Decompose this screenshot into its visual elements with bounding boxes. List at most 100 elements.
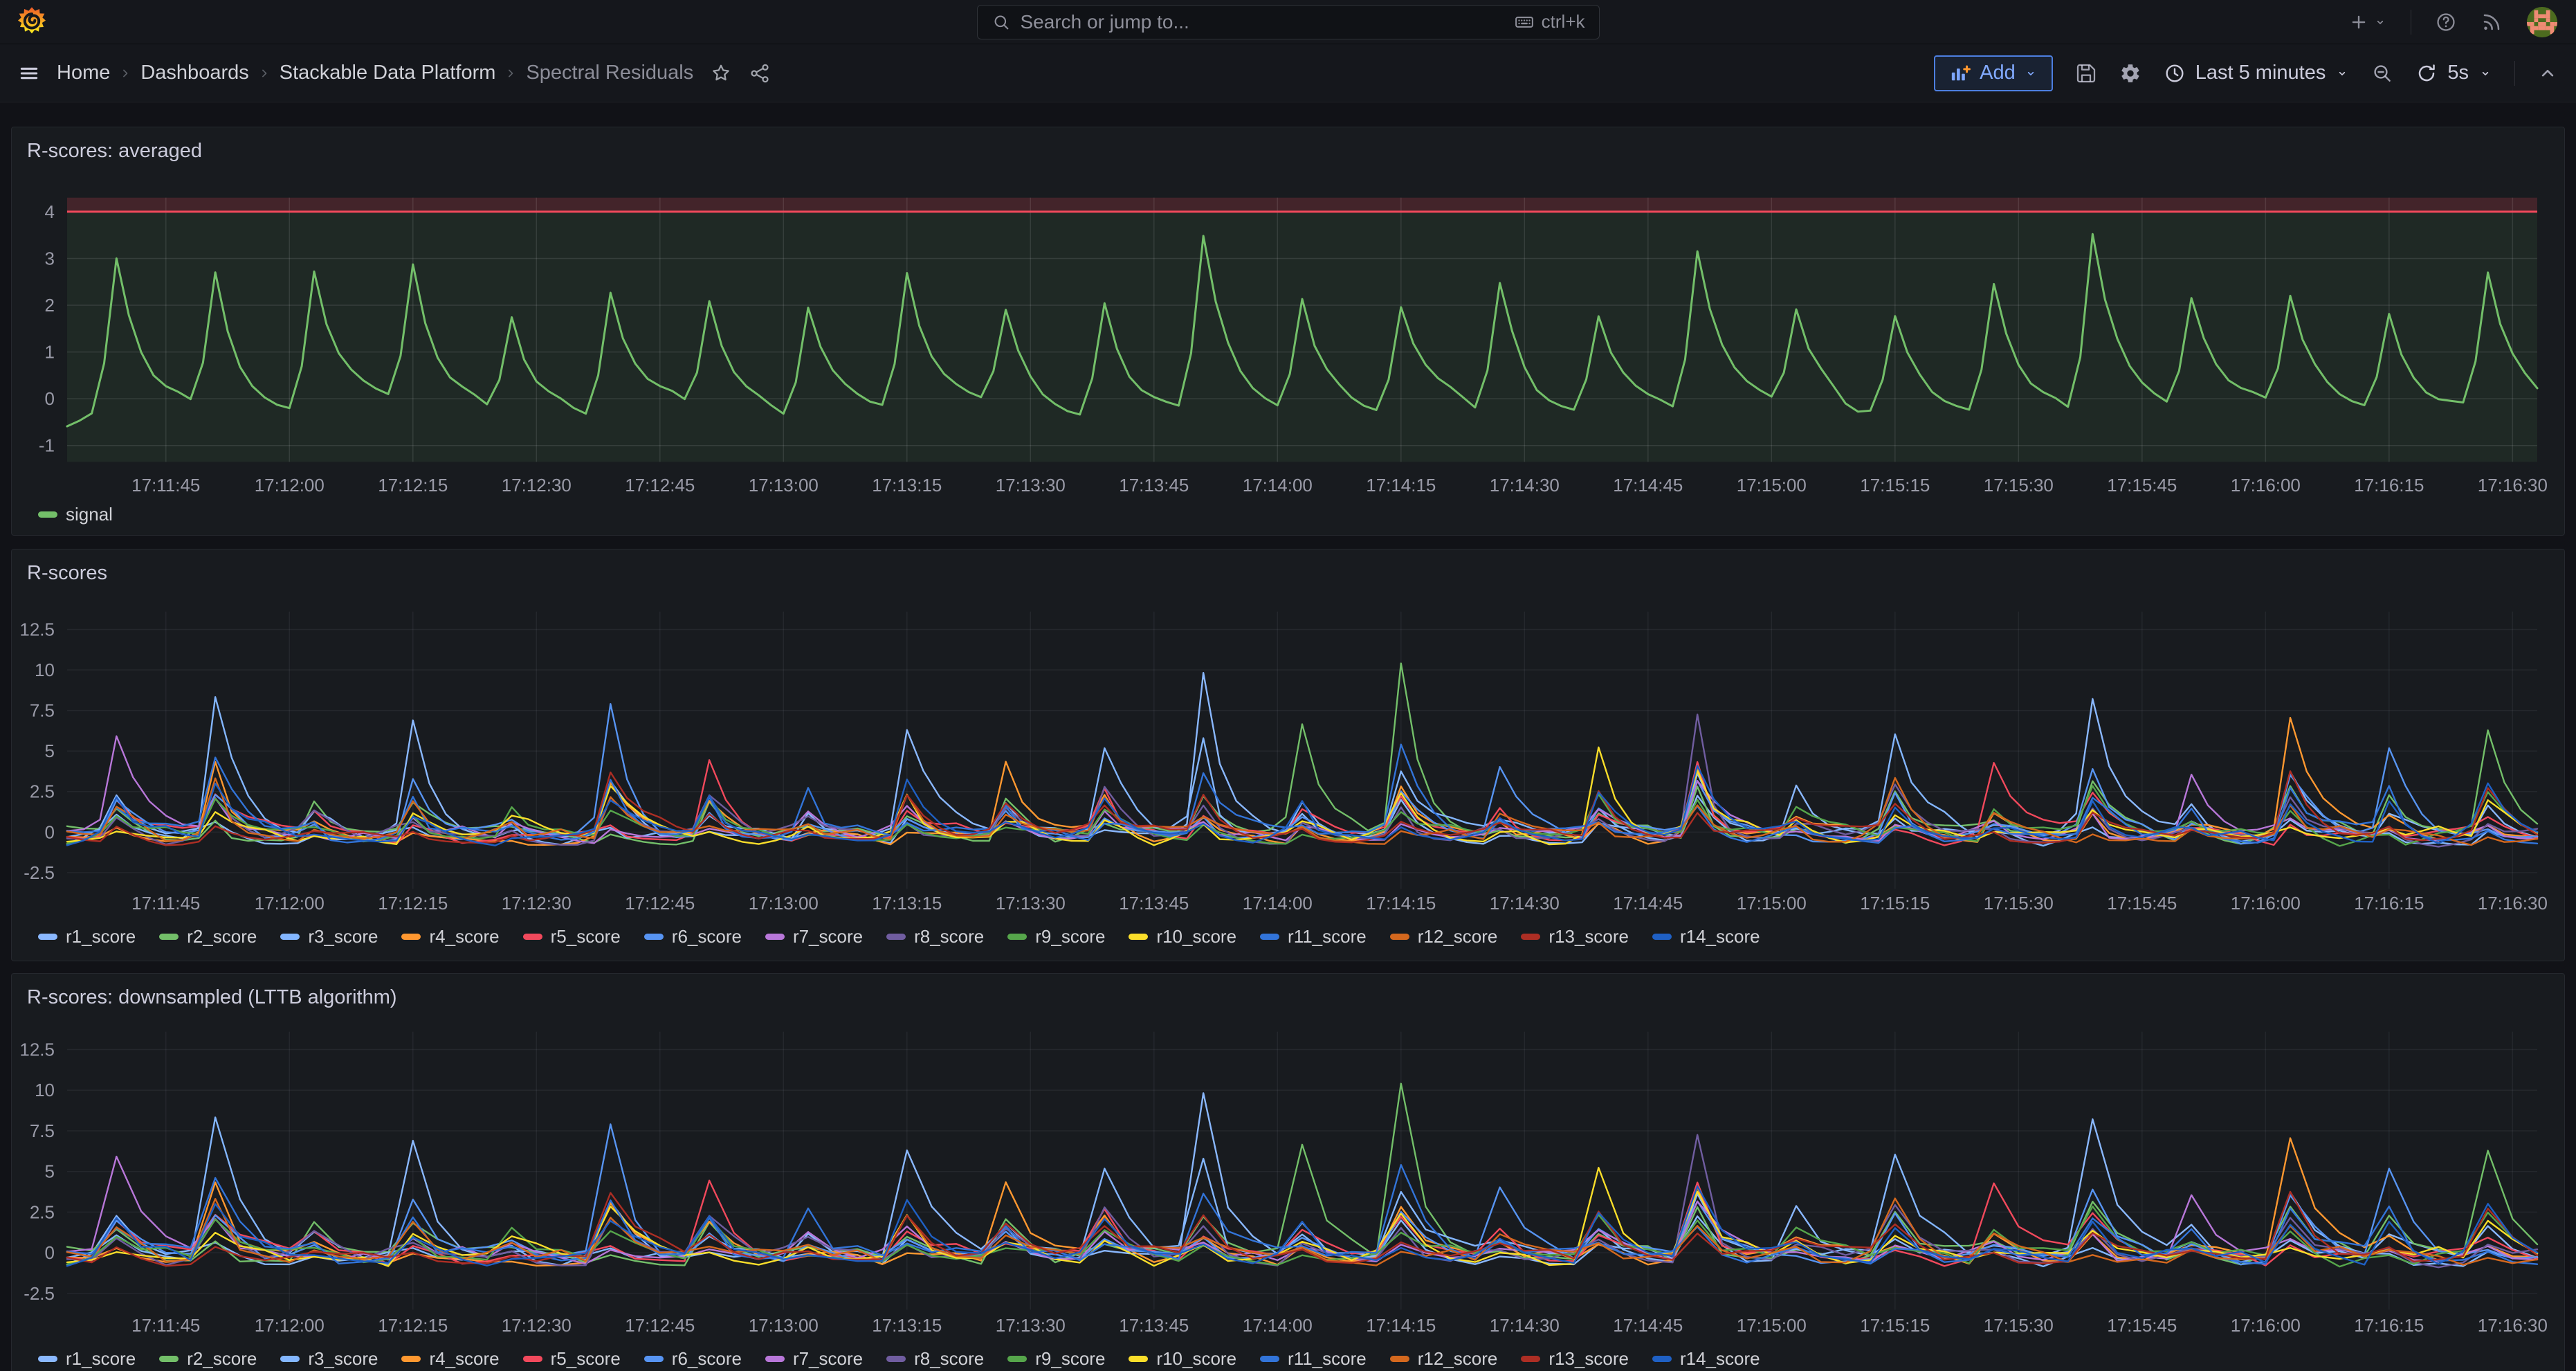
legend-item-r3_score[interactable]: r3_score: [280, 926, 378, 947]
time-series-plot[interactable]: 12.5107.552.50-2.517:11:4517:12:0017:12:…: [12, 550, 2564, 961]
legend-item-r8_score[interactable]: r8_score: [886, 926, 984, 947]
panel-title[interactable]: R-scores: averaged: [27, 140, 202, 163]
x-tick-label: 17:11:45: [131, 894, 200, 914]
dashboard-settings-button[interactable]: [2119, 62, 2141, 84]
legend-item-r10_score[interactable]: r10_score: [1129, 1348, 1236, 1370]
x-tick-label: 17:15:45: [2107, 894, 2177, 914]
x-tick-label: 17:13:00: [749, 894, 819, 914]
legend-item-r12_score[interactable]: r12_score: [1390, 926, 1498, 947]
save-dashboard-button[interactable]: [2075, 62, 2097, 84]
legend-item-r6_score[interactable]: r6_score: [644, 1348, 742, 1370]
legend-item-r3_score[interactable]: r3_score: [280, 1348, 378, 1370]
legend-color-swatch: [1260, 934, 1279, 940]
panel-title[interactable]: R-scores: downsampled (LTTB algorithm): [27, 986, 397, 1009]
grafana-logo[interactable]: [18, 7, 46, 37]
time-series-plot[interactable]: 12.5107.552.50-2.517:11:4517:12:0017:12:…: [12, 974, 2564, 1371]
menu-toggle-button[interactable]: [18, 62, 40, 84]
x-tick-label: 17:13:00: [749, 476, 819, 496]
x-tick-label: 17:12:30: [502, 1316, 572, 1336]
legend-item-r7_score[interactable]: r7_score: [765, 1348, 863, 1370]
legend-color-swatch: [401, 934, 421, 940]
legend-item-r8_score[interactable]: r8_score: [886, 1348, 984, 1370]
legend-label: signal: [66, 504, 113, 525]
user-avatar[interactable]: [2526, 6, 2558, 38]
legend-item-r9_score[interactable]: r9_score: [1007, 1348, 1105, 1370]
legend-item-r1_score[interactable]: r1_score: [38, 926, 136, 947]
breadcrumb-item-home[interactable]: Home: [57, 62, 110, 84]
breadcrumb-item-dashboards[interactable]: Dashboards: [140, 62, 248, 84]
help-button[interactable]: [2435, 11, 2457, 33]
avatar-identicon: [2526, 6, 2558, 38]
x-tick-label: 17:13:15: [872, 894, 942, 914]
x-tick-label: 17:16:30: [2478, 894, 2548, 914]
legend-color-swatch: [1007, 1356, 1027, 1362]
legend-label: r12_score: [1418, 926, 1498, 947]
legend-item-r5_score[interactable]: r5_score: [523, 1348, 621, 1370]
x-tick-label: 17:15:00: [1737, 894, 1807, 914]
add-panel-button[interactable]: Add: [1934, 55, 2053, 91]
collapse-topbar-button[interactable]: [2537, 63, 2558, 84]
legend-item-signal[interactable]: signal: [38, 504, 113, 525]
x-tick-label: 17:11:45: [131, 476, 200, 496]
y-tick-label: 2: [45, 296, 55, 316]
legend-item-r14_score[interactable]: r14_score: [1652, 926, 1760, 947]
legend-label: r9_score: [1035, 1348, 1105, 1370]
x-tick-label: 17:12:00: [255, 894, 325, 914]
legend-item-r7_score[interactable]: r7_score: [765, 926, 863, 947]
rss-icon: [2481, 11, 2503, 33]
x-tick-label: 17:13:30: [996, 894, 1066, 914]
legend-color-swatch: [159, 1356, 179, 1362]
x-tick-label: 17:16:00: [2231, 476, 2301, 496]
legend-item-r11_score[interactable]: r11_score: [1260, 926, 1367, 947]
zoom-out-icon: [2371, 62, 2393, 84]
legend-item-r1_score[interactable]: r1_score: [38, 1348, 136, 1370]
panel-r-scores: R-scores 12.5107.552.50-2.517:11:4517:12…: [11, 549, 2565, 961]
panel-r-scores-downsampled: R-scores: downsampled (LTTB algorithm) 1…: [11, 973, 2565, 1371]
share-button[interactable]: [749, 62, 771, 84]
legend-color-swatch: [523, 934, 542, 940]
legend-label: r7_score: [793, 926, 863, 947]
legend-item-r6_score[interactable]: r6_score: [644, 926, 742, 947]
y-tick-label: 7.5: [30, 1122, 55, 1141]
chevron-up-icon: [2537, 63, 2558, 84]
y-tick-label: -2.5: [24, 1284, 55, 1304]
x-tick-label: 17:14:00: [1243, 1316, 1313, 1336]
x-tick-label: 17:16:30: [2478, 476, 2548, 496]
y-tick-label: 7.5: [30, 702, 55, 721]
y-tick-label: 3: [45, 249, 55, 269]
new-button[interactable]: [2348, 12, 2387, 33]
star-icon: [710, 62, 732, 84]
legend-item-r9_score[interactable]: r9_score: [1007, 926, 1105, 947]
legend-label: r12_score: [1418, 1348, 1498, 1370]
legend-color-swatch: [1390, 934, 1409, 940]
legend-item-r14_score[interactable]: r14_score: [1652, 1348, 1760, 1370]
legend-item-r2_score[interactable]: r2_score: [159, 926, 257, 947]
x-tick-label: 17:12:45: [625, 1316, 695, 1336]
legend-color-swatch: [280, 934, 300, 940]
time-range-label: Last 5 minutes: [2195, 62, 2326, 84]
refresh-picker[interactable]: 5s: [2415, 62, 2492, 84]
news-button[interactable]: [2481, 11, 2503, 33]
x-tick-label: 17:13:45: [1119, 1316, 1189, 1336]
breadcrumb-item-stackable-data-platform[interactable]: Stackable Data Platform: [280, 62, 496, 84]
time-series-plot[interactable]: 43210-117:11:4517:12:0017:12:1517:12:301…: [12, 127, 2564, 535]
zoom-out-button[interactable]: [2371, 62, 2393, 84]
legend-item-r4_score[interactable]: r4_score: [401, 1348, 499, 1370]
legend-color-swatch: [886, 934, 906, 940]
legend-item-r11_score[interactable]: r11_score: [1260, 1348, 1367, 1370]
time-range-picker[interactable]: Last 5 minutes: [2164, 62, 2350, 84]
legend-item-r4_score[interactable]: r4_score: [401, 926, 499, 947]
legend-item-r13_score[interactable]: r13_score: [1521, 926, 1629, 947]
legend-item-r2_score[interactable]: r2_score: [159, 1348, 257, 1370]
x-tick-label: 17:14:45: [1613, 894, 1683, 914]
legend-label: r2_score: [187, 1348, 257, 1370]
legend-item-r10_score[interactable]: r10_score: [1129, 926, 1236, 947]
favorite-button[interactable]: [710, 62, 732, 84]
y-tick-label: 5: [45, 742, 55, 761]
legend-item-r5_score[interactable]: r5_score: [523, 926, 621, 947]
search-input[interactable]: Search or jump to... ctrl+k: [977, 5, 1600, 39]
legend-item-r12_score[interactable]: r12_score: [1390, 1348, 1498, 1370]
legend-item-r13_score[interactable]: r13_score: [1521, 1348, 1629, 1370]
y-tick-label: 0: [45, 823, 55, 842]
panel-title[interactable]: R-scores: [27, 562, 107, 585]
